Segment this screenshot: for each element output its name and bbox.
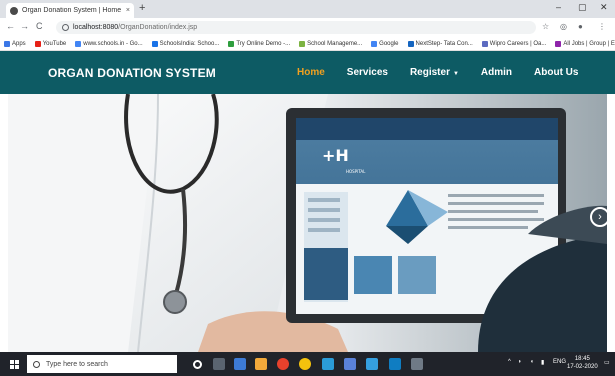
battery-icon[interactable]: ▮ — [541, 359, 544, 366]
menu-register-label: Register — [409, 67, 450, 78]
forward-button[interactable]: → — [20, 21, 29, 31]
explorer-app-icon[interactable] — [234, 358, 246, 370]
menu-admin[interactable]: Admin — [481, 67, 512, 78]
menu-about-us[interactable]: About Us — [534, 67, 578, 78]
hero-carousel-image: +H HOSPITAL — [8, 94, 607, 352]
bookmark-favicon-icon — [151, 40, 158, 47]
reload-button[interactable]: C — [36, 21, 43, 31]
bookmark-label: NextStep- Tata Con... — [415, 40, 473, 47]
windows-taskbar: Type here to search ^ ◗ ◖ ▮ ENG 18:45 17… — [0, 352, 615, 376]
tab-title: Organ Donation System | Home — [22, 7, 122, 14]
clock-time: 18:45 — [574, 356, 590, 362]
bookmark-item[interactable]: School Manageme... — [299, 40, 363, 47]
bookmark-label: YouTube — [42, 40, 67, 47]
app-icon-store[interactable] — [389, 358, 401, 370]
opera-app-icon[interactable] — [277, 358, 289, 370]
bookmark-label: SchoolsIndia: Schoo... — [159, 40, 220, 47]
url-host: localhost:8080 — [73, 24, 119, 31]
bookmark-label: Wipro Careers | Oa... — [489, 40, 547, 47]
app-icon-blue[interactable] — [322, 358, 334, 370]
tab-favicon-icon — [10, 6, 18, 15]
bookmark-label: All Jobs | Group | E... — [563, 40, 615, 47]
bookmark-label: Google — [379, 40, 399, 47]
new-tab-button[interactable]: + — [139, 2, 145, 14]
bookmark-item[interactable]: SchoolsIndia: Schoo... — [151, 40, 220, 47]
bookmarks-bar: Apps YouTube www.schools.in - Go... Schools… — [0, 37, 615, 51]
menu-kebab-icon[interactable]: ⋮ — [598, 22, 606, 31]
bookmark-item[interactable]: Wipro Careers | Oa... — [481, 40, 547, 47]
site-menu: Home Services Register ▼ Admin About Us — [297, 67, 600, 78]
language-indicator[interactable]: ENG — [553, 359, 566, 365]
volume-icon[interactable]: ◖ — [530, 359, 534, 365]
menu-register[interactable]: Register ▼ — [410, 67, 459, 78]
minimize-button[interactable]: – — [556, 2, 561, 12]
back-button[interactable]: ← — [6, 21, 15, 31]
app-icon-gray[interactable] — [411, 358, 423, 370]
bookmark-favicon-icon — [481, 40, 488, 47]
bookmark-favicon-icon — [34, 40, 41, 47]
bookmark-label: Apps — [12, 40, 26, 47]
address-bar[interactable]: localhost:8080/OrganDonation/index.jsp — [56, 21, 536, 34]
network-icon[interactable]: ◗ — [518, 359, 522, 365]
bookmark-item[interactable]: Apps — [4, 40, 26, 47]
taskbar-clock[interactable]: 18:45 17-02-2020 — [567, 355, 598, 371]
menu-home[interactable]: Home — [297, 67, 325, 78]
bookmark-favicon-icon — [407, 40, 414, 47]
bookmark-favicon-icon — [228, 40, 235, 47]
bookmark-favicon-icon — [4, 40, 10, 47]
bookmark-item[interactable]: YouTube — [34, 40, 67, 47]
site-brand[interactable]: ORGAN DONATION SYSTEM — [48, 66, 216, 80]
bookmark-item[interactable]: Try Online Demo -... — [228, 40, 291, 47]
bookmark-item[interactable]: www.schools.in - Go... — [75, 40, 143, 47]
windows-start-icon[interactable] — [10, 360, 19, 369]
maximize-button[interactable]: ▢ — [578, 2, 587, 13]
profile-icon[interactable]: ● — [578, 22, 583, 31]
task-view-icon[interactable] — [213, 358, 225, 370]
close-window-button[interactable]: ✕ — [600, 2, 608, 13]
hero-illustration: +H HOSPITAL — [8, 94, 607, 352]
tray-up-arrow-icon[interactable]: ^ — [508, 359, 511, 365]
search-icon — [33, 360, 40, 368]
chevron-right-icon: › — [598, 211, 602, 223]
taskbar-search-box[interactable]: Type here to search — [27, 355, 177, 373]
extension-icon[interactable]: ◎ — [560, 22, 567, 31]
chrome-app-icon[interactable] — [299, 358, 311, 370]
bookmark-label: www.schools.in - Go... — [83, 40, 143, 47]
chevron-down-icon: ▼ — [452, 71, 459, 77]
clock-date: 17-02-2020 — [567, 364, 598, 370]
bookmark-favicon-icon — [75, 40, 82, 47]
bookmark-star-icon[interactable]: ☆ — [542, 22, 549, 31]
taskbar-search-placeholder: Type here to search — [46, 360, 108, 368]
cortana-icon[interactable] — [193, 360, 202, 369]
screen-logo-sub: HOSPITAL — [346, 169, 366, 174]
site-info-icon[interactable] — [62, 24, 69, 31]
site-navbar: ORGAN DONATION SYSTEM Home Services Regi… — [0, 51, 615, 94]
bookmark-item[interactable]: Google — [371, 40, 399, 47]
screen-logo: +H — [322, 146, 349, 165]
address-row: ← → C localhost:8080/OrganDonation/index… — [0, 18, 615, 37]
bookmark-item[interactable]: All Jobs | Group | E... — [555, 40, 615, 47]
menu-services[interactable]: Services — [347, 67, 388, 78]
bookmark-favicon-icon — [371, 40, 378, 47]
bookmark-label: Try Online Demo -... — [236, 40, 291, 47]
notifications-icon[interactable]: ▭ — [604, 359, 610, 366]
browser-tab[interactable]: Organ Donation System | Home × — [6, 3, 134, 18]
tab-close-icon[interactable]: × — [126, 7, 130, 14]
bookmark-item[interactable]: NextStep- Tata Con... — [407, 40, 473, 47]
file-manager-app-icon[interactable] — [255, 358, 267, 370]
carousel-next-button[interactable]: › — [590, 207, 610, 227]
browser-tab-strip: Organ Donation System | Home × + – ▢ ✕ — [0, 0, 615, 18]
app-icon-tool[interactable] — [344, 358, 356, 370]
app-icon-mail[interactable] — [366, 358, 378, 370]
bookmark-favicon-icon — [299, 40, 306, 47]
url-path: /OrganDonation/index.jsp — [118, 24, 198, 31]
bookmark-label: School Manageme... — [307, 40, 363, 47]
bookmark-favicon-icon — [555, 40, 562, 47]
